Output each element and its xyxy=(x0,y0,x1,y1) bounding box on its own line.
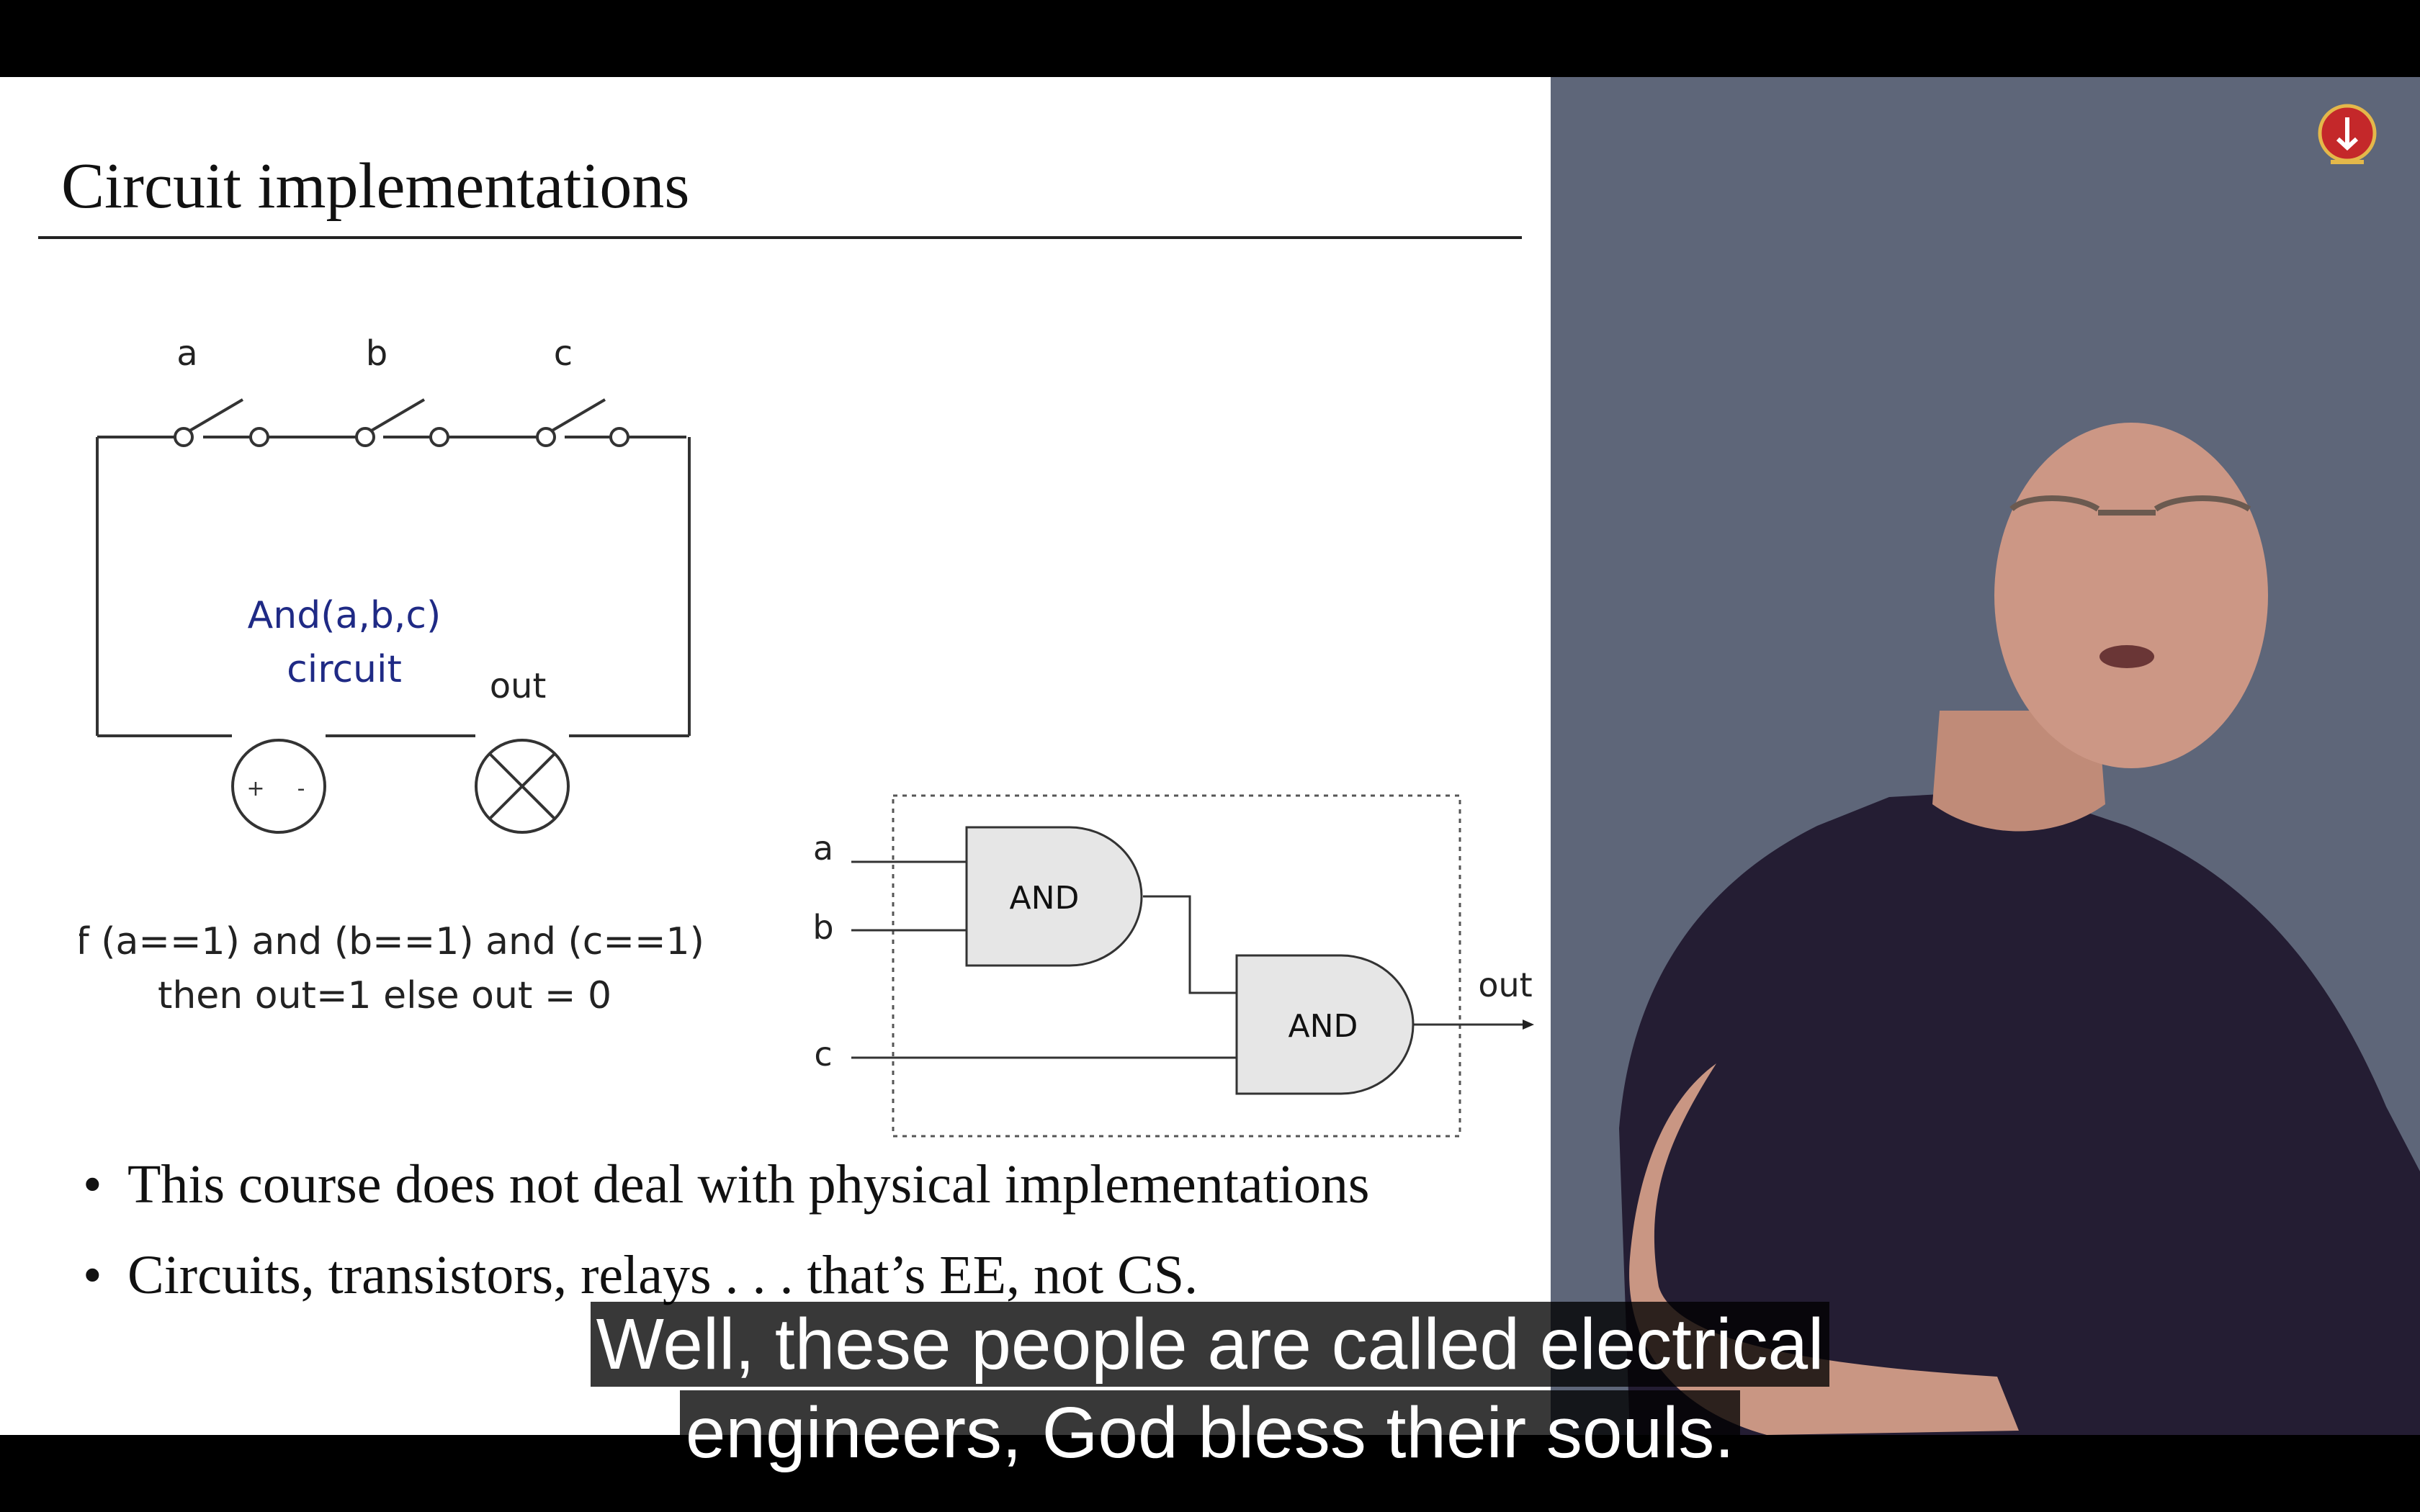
circuit-name-line1: And(a,b,c) xyxy=(248,594,442,637)
gate-input-c: c xyxy=(814,1035,832,1074)
switch-c xyxy=(536,398,629,447)
lamp-out-label: out xyxy=(490,666,547,706)
battery-symbol: + - xyxy=(231,739,326,834)
presenter-head xyxy=(1994,423,2268,768)
presenter-video xyxy=(1551,77,2420,1435)
gate1-label: AND xyxy=(1010,880,1080,917)
out-arrowhead xyxy=(1523,1020,1534,1030)
presenter-mouth xyxy=(2099,645,2154,668)
video-player[interactable]: Circuit implementations a b c + - And(a,… xyxy=(0,0,2420,1512)
gate-input-b: b xyxy=(812,908,833,947)
gate-output-label: out xyxy=(1478,966,1532,1004)
switch-b xyxy=(355,398,449,447)
caption-line-2: engineers, God bless their souls. xyxy=(679,1390,1741,1475)
gate2-label: AND xyxy=(1289,1008,1358,1045)
title-underline xyxy=(38,236,1522,239)
lamp-symbol xyxy=(475,739,570,834)
channel-logo-icon xyxy=(2318,104,2377,164)
lecture-slide: Circuit implementations a b c + - And(a,… xyxy=(0,77,1551,1435)
letterbox-top xyxy=(0,0,2420,77)
and-relay-circuit: a b c + - And(a,b,c) circuit out If (a==… xyxy=(79,333,704,1017)
caption-line-1: Well, these people are called electrical xyxy=(590,1302,1830,1387)
and-gate-diagram: AND AND a b c out xyxy=(812,794,1534,1138)
switch-label-b: b xyxy=(366,333,387,374)
switch-a xyxy=(174,398,269,447)
gate-wires xyxy=(851,860,1531,1059)
switch-label-a: a xyxy=(176,333,197,374)
switch-label-c: c xyxy=(554,333,573,374)
slide-title: Circuit implementations xyxy=(61,150,690,222)
bullet-item: This course does not deal with physical … xyxy=(83,1153,1369,1244)
circuit-rule-line1: If (a==1) and (b==1) and (c==1) xyxy=(79,920,704,963)
presenter-figure xyxy=(1619,423,2420,1435)
battery-plus-sign: + xyxy=(246,776,264,801)
subtitle-caption: Well, these people are called electrical… xyxy=(0,1302,2420,1479)
circuit-name-line2: circuit xyxy=(287,648,402,691)
circuit-rule-line2: then out=1 else out = 0 xyxy=(158,974,611,1017)
gate-input-a: a xyxy=(813,829,833,868)
battery-minus-sign: - xyxy=(297,776,305,801)
